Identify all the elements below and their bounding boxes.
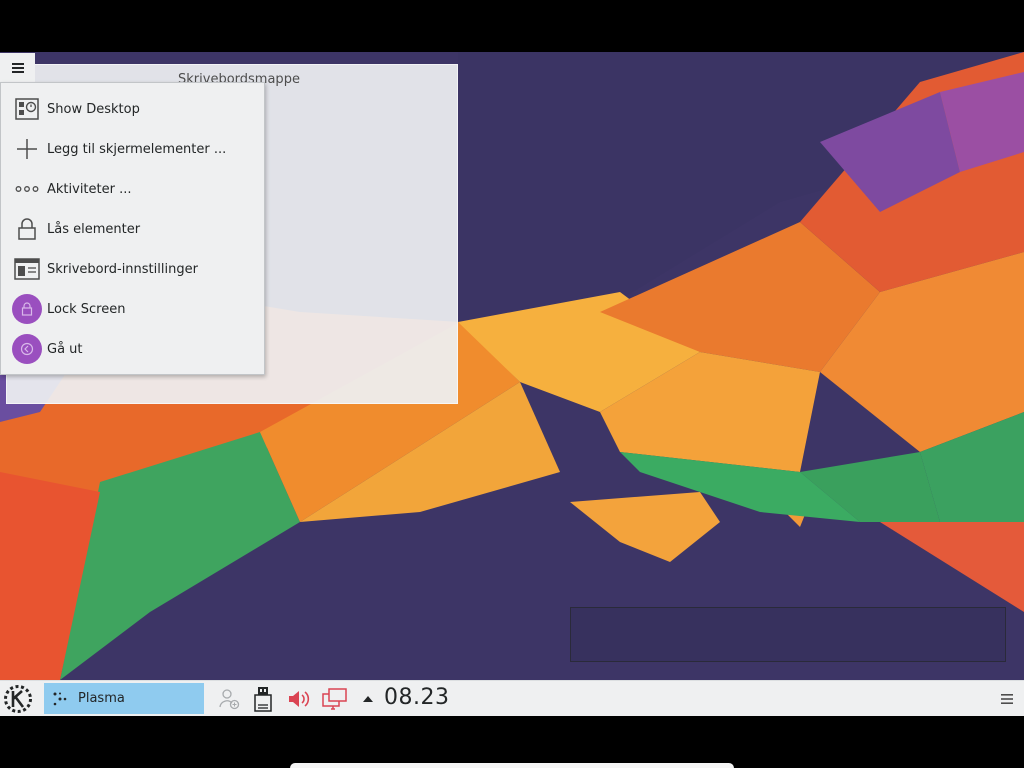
task-label: Plasma: [78, 691, 125, 706]
usb-drive-icon[interactable]: [248, 684, 278, 714]
menu-item-label: Aktiviteter ...: [47, 181, 132, 197]
menu-item-label: Show Desktop: [47, 101, 140, 117]
show-desktop-icon: [11, 93, 43, 125]
logout-icon: [11, 333, 43, 365]
application-launcher-button[interactable]: [2, 683, 34, 715]
lock-screen-icon: [11, 293, 43, 325]
tray-expand-icon[interactable]: [354, 684, 382, 714]
panel-config-button[interactable]: [996, 689, 1018, 709]
menu-item-activities[interactable]: Aktiviteter ...: [1, 169, 264, 209]
menu-item-desktop-settings[interactable]: Skrivebord-innstillinger: [1, 249, 264, 289]
desktop-selection-rectangle: [570, 607, 1006, 662]
lock-icon: [11, 213, 43, 245]
task-plasma[interactable]: Plasma: [44, 683, 204, 714]
menu-item-logout[interactable]: Gå ut: [1, 329, 264, 369]
desktop-context-menu: Show Desktop Legg til skjermelementer ..…: [0, 82, 265, 375]
desktop-toolbox-button[interactable]: [0, 53, 35, 82]
bottom-panel: Plasma 08.23: [0, 680, 1024, 716]
desktop-settings-icon: [11, 253, 43, 285]
menu-item-label: Lås elementer: [47, 221, 141, 237]
bottom-edge-handle: [290, 763, 734, 768]
activities-icon: [11, 173, 43, 205]
digital-clock[interactable]: 08.23: [384, 685, 449, 710]
plasma-icon: [53, 692, 67, 705]
menu-item-add-widgets[interactable]: Legg til skjermelementer ...: [1, 129, 264, 169]
menu-item-show-desktop[interactable]: Show Desktop: [1, 89, 264, 129]
network-icon[interactable]: [320, 684, 350, 714]
menu-item-lock-widgets[interactable]: Lås elementer: [1, 209, 264, 249]
menu-item-lock-screen[interactable]: Lock Screen: [1, 289, 264, 329]
hamburger-icon: [1001, 694, 1013, 704]
hamburger-icon: [11, 62, 24, 73]
menu-item-label: Lock Screen: [47, 301, 126, 317]
menu-item-label: Skrivebord-innstillinger: [47, 261, 198, 277]
volume-icon[interactable]: [284, 684, 314, 714]
menu-item-label: Legg til skjermelementer ...: [47, 141, 227, 157]
plus-icon: [11, 133, 43, 165]
menu-item-label: Gå ut: [47, 341, 83, 357]
kde-logo-icon: [4, 685, 32, 713]
user-switch-icon[interactable]: [214, 684, 244, 714]
